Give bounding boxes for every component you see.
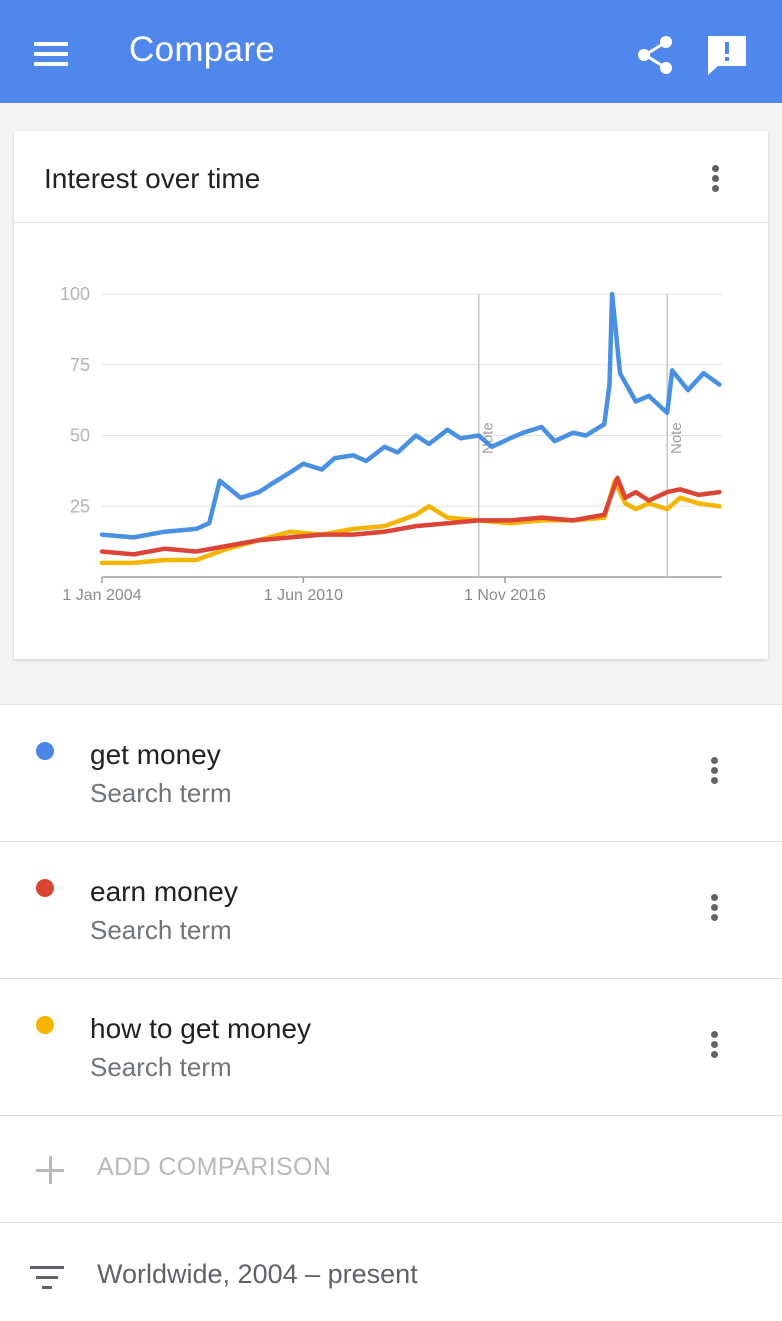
- term-more-icon[interactable]: [700, 1023, 730, 1063]
- plus-icon: [36, 1156, 64, 1184]
- interest-line-chart: 100755025Note Note1 Jan 2004 1 Jun 2010 1 N…: [60, 284, 722, 604]
- search-term-get-money[interactable]: get money Search term: [0, 705, 782, 842]
- y-tick-label: 50: [70, 426, 90, 446]
- card-title: Interest over time: [44, 163, 261, 194]
- search-term-list: get money Search term earn money Search …: [0, 704, 782, 1321]
- search-term-type: Search term: [90, 1052, 232, 1082]
- term-more-icon[interactable]: [700, 749, 730, 789]
- y-tick-label: 25: [70, 496, 90, 516]
- search-term-how-to-get-money[interactable]: how to get money Search term: [0, 979, 782, 1116]
- search-term-name: get money: [90, 739, 221, 770]
- share-icon[interactable]: [632, 32, 678, 78]
- x-tick-label: 1 Jun 2010: [264, 587, 343, 604]
- x-tick-label: 1 Jan 2004: [62, 587, 141, 604]
- filter-label: Worldwide, 2004 – present: [97, 1259, 418, 1289]
- interest-over-time-card: Interest over time 100 75 50 25 Note Note 1 Ja…: [14, 131, 768, 659]
- note-marker-label: Note: [668, 422, 685, 454]
- app-bar: Compare: [0, 0, 782, 103]
- filter-row[interactable]: Worldwide, 2004 – present: [0, 1223, 782, 1321]
- search-term-type: Search term: [90, 915, 232, 945]
- series-color-dot: [36, 1016, 54, 1034]
- series-color-dot: [36, 879, 54, 897]
- x-tick-label: 1 Nov 2016: [464, 587, 546, 604]
- y-tick-label: 100: [60, 284, 90, 304]
- card-more-icon[interactable]: [701, 157, 731, 197]
- page-title: Compare: [129, 30, 276, 69]
- menu-icon[interactable]: [34, 40, 70, 68]
- feedback-icon[interactable]: [704, 32, 750, 78]
- search-term-name: earn money: [90, 876, 238, 907]
- search-term-type: Search term: [90, 778, 232, 808]
- term-more-icon[interactable]: [700, 886, 730, 926]
- y-tick-label: 75: [70, 355, 90, 375]
- card-header: Interest over time: [14, 131, 768, 223]
- series-color-dot: [36, 742, 54, 760]
- filter-icon: [30, 1265, 66, 1291]
- search-term-earn-money[interactable]: earn money Search term: [0, 842, 782, 979]
- add-comparison-button[interactable]: ADD COMPARISON: [0, 1116, 782, 1223]
- add-comparison-label: ADD COMPARISON: [97, 1153, 332, 1181]
- series-line-get-money: [99, 291, 722, 540]
- search-term-name: how to get money: [90, 1013, 312, 1044]
